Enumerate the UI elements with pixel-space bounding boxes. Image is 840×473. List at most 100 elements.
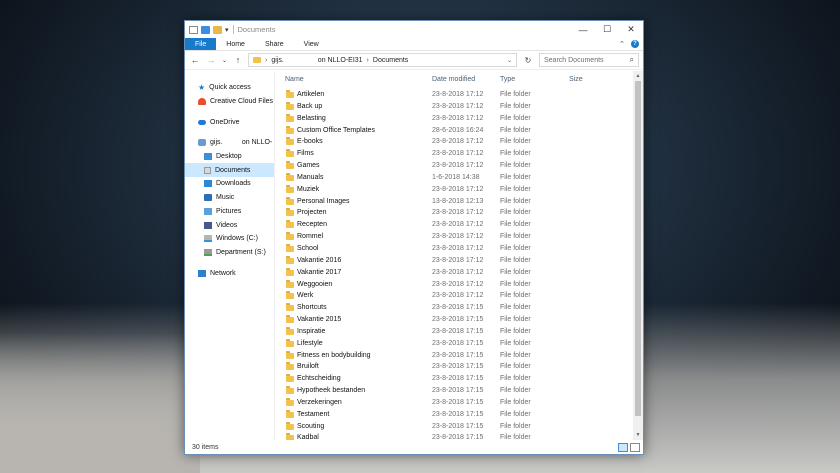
nav-item-onedrive[interactable]: OneDrive	[185, 115, 274, 129]
nav-item-documents[interactable]: Documents	[185, 163, 274, 178]
scroll-up-arrow-icon[interactable]: ▲	[633, 71, 643, 81]
recent-locations-chevron-icon[interactable]: ⌄	[221, 53, 228, 67]
search-input[interactable]: Search Documents ⌕	[539, 53, 639, 67]
file-row[interactable]: Vakantie 2016 23-8-2018 17:12 File folder	[275, 255, 633, 267]
file-name: Recepten	[297, 221, 327, 229]
file-date: 23-8-2018 17:12	[432, 280, 484, 288]
file-row[interactable]: Testament 23-8-2018 17:15 File folder	[275, 409, 633, 421]
file-row[interactable]: Echtscheiding 23-8-2018 17:15 File folder	[275, 373, 633, 385]
tab-view[interactable]: View	[294, 38, 329, 50]
file-row[interactable]: Verzekeringen 23-8-2018 17:15 File folder	[275, 397, 633, 409]
folder-icon	[286, 374, 294, 383]
details-view-icon[interactable]	[618, 442, 628, 452]
nav-item-network[interactable]: Network	[185, 266, 274, 280]
breadcrumb-user[interactable]: gijs.	[271, 57, 283, 64]
column-header-name[interactable]: Name	[285, 76, 304, 83]
column-header-size[interactable]: Size	[569, 76, 583, 83]
file-type: File folder	[500, 233, 531, 241]
file-row[interactable]: Vakantie 2017 23-8-2018 17:12 File folder	[275, 267, 633, 279]
nav-item-pictures[interactable]: Pictures	[185, 205, 274, 219]
nav-item-department-drive[interactable]: Department (S:)	[185, 246, 274, 260]
breadcrumb-documents[interactable]: Documents	[373, 57, 408, 64]
scrollbar-thumb[interactable]	[635, 81, 641, 416]
forward-button[interactable]: →	[205, 53, 217, 67]
file-row[interactable]: Recepten 23-8-2018 17:12 File folder	[275, 219, 633, 231]
customize-toolbar-chevron-icon[interactable]: ▾	[225, 26, 229, 34]
nav-item-music[interactable]: Music	[185, 191, 274, 205]
search-icon[interactable]: ⌕	[630, 55, 634, 65]
column-header-type[interactable]: Type	[500, 76, 515, 83]
file-row[interactable]: Inspiratie 23-8-2018 17:15 File folder	[275, 326, 633, 338]
tab-share[interactable]: Share	[255, 38, 294, 50]
tab-home[interactable]: Home	[216, 38, 255, 50]
breadcrumb-chevron-icon[interactable]: ›	[265, 57, 267, 64]
properties-icon[interactable]	[189, 25, 198, 34]
file-date: 23-8-2018 17:12	[432, 256, 484, 264]
scroll-down-arrow-icon[interactable]: ▼	[633, 430, 643, 440]
file-row[interactable]: Scouting 23-8-2018 17:15 File folder	[275, 421, 633, 433]
tab-file[interactable]: File	[185, 38, 217, 50]
file-row[interactable]: Artikelen 23-8-2018 17:12 File folder	[275, 89, 633, 101]
nav-gap	[185, 108, 274, 115]
file-type: File folder	[500, 126, 531, 134]
minimize-button[interactable]: —	[571, 21, 595, 38]
file-row[interactable]: E-books 23-8-2018 17:12 File folder	[275, 136, 633, 148]
breadcrumb-computer[interactable]: on NLLO-EI31	[318, 57, 363, 64]
address-dropdown-chevron-icon[interactable]: ⌄	[507, 57, 512, 64]
file-row[interactable]: Projecten 23-8-2018 17:12 File folder	[275, 207, 633, 219]
nav-item-windows-drive[interactable]: Windows (C:)	[185, 232, 274, 246]
file-row[interactable]: Bruiloft 23-8-2018 17:15 File folder	[275, 361, 633, 373]
navigation-pane: ★ Quick access Creative Cloud Files OneD…	[185, 71, 275, 440]
new-folder-icon[interactable]	[213, 25, 222, 34]
large-icons-view-icon[interactable]	[630, 442, 640, 452]
address-bar[interactable]: › gijs. on NLLO-EI31 › Documents ⌄	[248, 53, 517, 67]
maximize-button[interactable]: ☐	[595, 21, 619, 38]
file-row[interactable]: Back up 23-8-2018 17:12 File folder	[275, 101, 633, 113]
file-row[interactable]: Custom Office Templates 28-6-2018 16:24 Fi…	[275, 125, 633, 137]
folder-icon	[286, 397, 294, 406]
file-row[interactable]: Weggooien 23-8-2018 17:12 File folder	[275, 279, 633, 291]
file-explorer-window: ▾ Documents — ☐ ✕ File Home Share View ⌃…	[184, 20, 644, 455]
up-button[interactable]: ↑	[232, 53, 244, 67]
file-row[interactable]: School 23-8-2018 17:12 File folder	[275, 243, 633, 255]
nav-item-user[interactable]: gijs. on NLLO-	[185, 136, 274, 150]
file-date: 23-8-2018 17:15	[432, 363, 484, 371]
file-row[interactable]: Personal Images 13-8-2018 12:13 File folde…	[275, 196, 633, 208]
file-row[interactable]: Belasting 23-8-2018 17:12 File folder	[275, 113, 633, 125]
file-row[interactable]: Muziek 23-8-2018 17:12 File folder	[275, 184, 633, 196]
column-header-date[interactable]: Date modified	[432, 76, 475, 83]
file-date: 13-8-2018 12:13	[432, 197, 484, 205]
file-row[interactable]: Werk 23-8-2018 17:12 File folder	[275, 290, 633, 302]
vertical-scrollbar[interactable]: ▲ ▼	[633, 71, 643, 440]
nav-item-downloads[interactable]: Downloads	[185, 177, 274, 191]
breadcrumb-chevron-icon[interactable]: ›	[367, 57, 369, 64]
file-row[interactable]: Vakantie 2015 23-8-2018 17:15 File folder	[275, 314, 633, 326]
file-name: Lifestyle	[297, 339, 323, 347]
file-date: 23-8-2018 17:12	[432, 102, 484, 110]
back-button[interactable]: ←	[189, 53, 201, 67]
file-row[interactable]: Manuals 1-6-2018 14:38 File folder	[275, 172, 633, 184]
file-row[interactable]: Films 23-8-2018 17:12 File folder	[275, 148, 633, 160]
status-bar: 30 items	[185, 440, 643, 454]
file-type: File folder	[500, 363, 531, 371]
file-row[interactable]: Rommel 23-8-2018 17:12 File folder	[275, 231, 633, 243]
nav-item-quick-access[interactable]: ★ Quick access	[185, 81, 274, 95]
nav-item-creative-cloud[interactable]: Creative Cloud Files	[185, 95, 274, 109]
folder-icon	[286, 362, 294, 371]
folder-icon	[286, 350, 294, 359]
close-button[interactable]: ✕	[619, 21, 643, 38]
file-row[interactable]: Kadbal 23-8-2018 17:15 File folder	[275, 432, 633, 440]
expand-ribbon-chevron-icon[interactable]: ⌃	[619, 40, 625, 48]
file-name: Films	[297, 150, 314, 158]
quick-access-check-icon[interactable]	[201, 25, 210, 34]
file-row[interactable]: Shortcuts 23-8-2018 17:15 File folder	[275, 302, 633, 314]
file-row[interactable]: Fitness en bodybuilding 23-8-2018 17:15 Fi…	[275, 350, 633, 362]
file-row[interactable]: Lifestyle 23-8-2018 17:15 File folder	[275, 338, 633, 350]
file-row[interactable]: Hypotheek bestanden 23-8-2018 17:15 File f…	[275, 385, 633, 397]
file-type: File folder	[500, 292, 531, 300]
refresh-button[interactable]: ↻	[521, 56, 535, 65]
help-icon[interactable]: ?	[631, 40, 639, 48]
nav-item-videos[interactable]: Videos	[185, 218, 274, 232]
file-row[interactable]: Games 23-8-2018 17:12 File folder	[275, 160, 633, 172]
nav-item-desktop[interactable]: Desktop	[185, 150, 274, 164]
